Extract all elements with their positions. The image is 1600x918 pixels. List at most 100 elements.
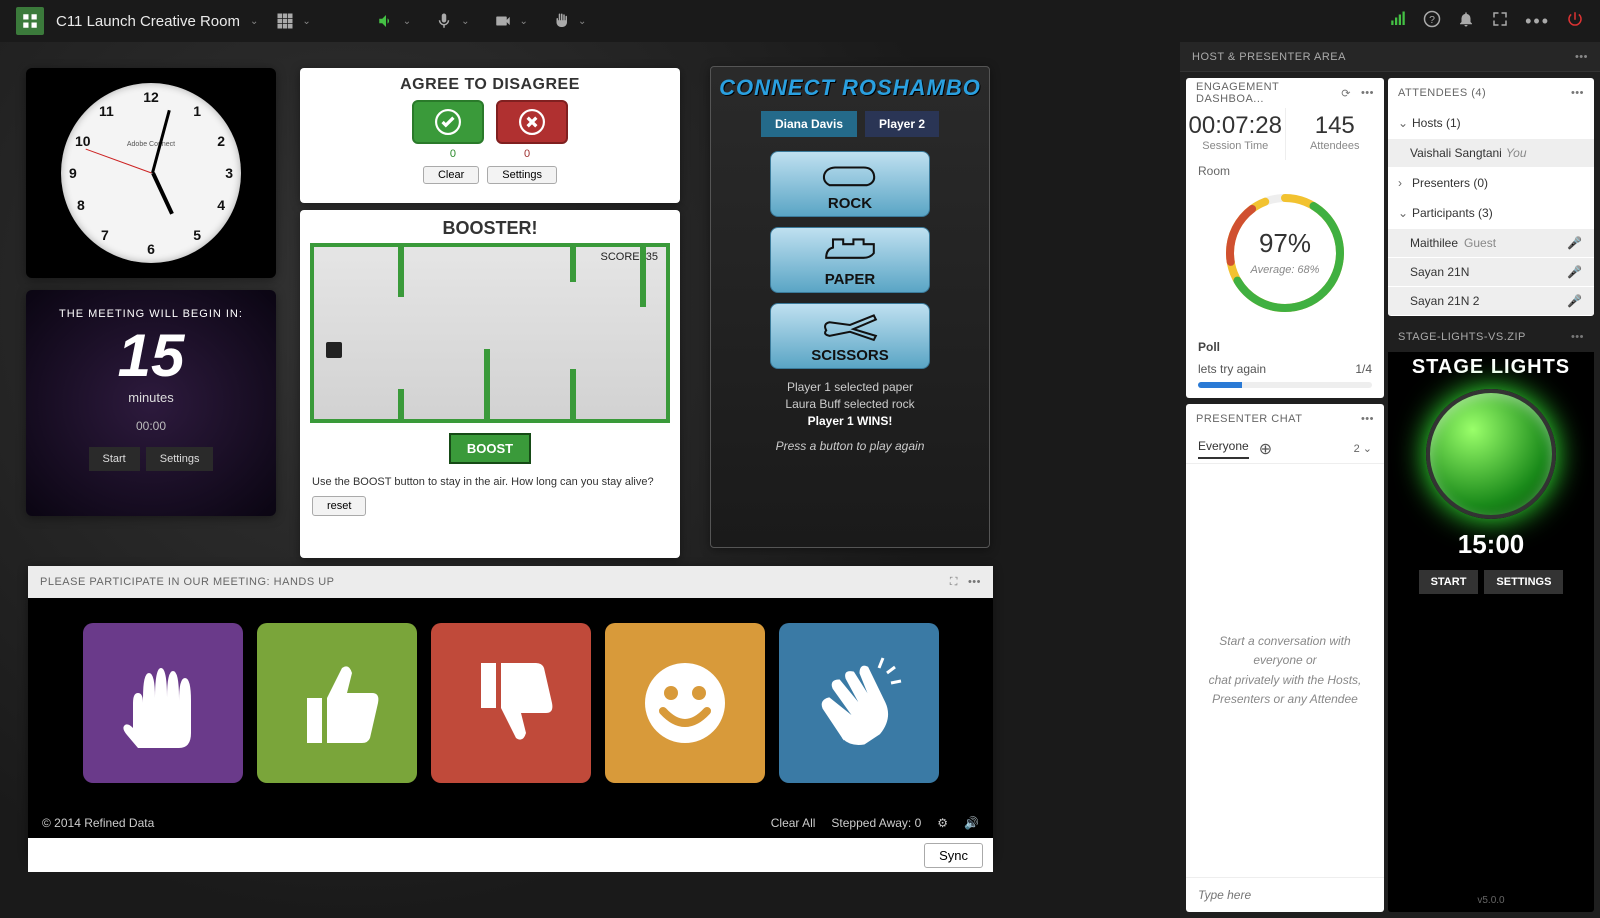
thumbs-up-card[interactable] <box>257 623 417 783</box>
mic-icon: 🎤 <box>1567 265 1582 279</box>
agree-no-button[interactable] <box>496 100 568 144</box>
signal-icon[interactable] <box>1389 10 1407 33</box>
mic-icon: 🎤 <box>1567 236 1582 250</box>
applause-card[interactable] <box>779 623 939 783</box>
presenters-group-toggle[interactable]: › Presenters (0) <box>1388 168 1594 198</box>
stage-start-button[interactable]: START <box>1419 570 1479 594</box>
agree-yes-count: 0 <box>450 148 456 160</box>
room-name-dropdown[interactable]: C11 Launch Creative Room ⌄ <box>56 13 258 30</box>
refresh-icon[interactable]: ⟳ <box>1341 87 1351 100</box>
room-label: Room <box>1186 160 1384 182</box>
chevron-down-icon: ⌄ <box>250 16 258 27</box>
booster-arena[interactable]: SCORE: 35 <box>310 243 670 423</box>
rock-button[interactable]: ROCK <box>770 151 930 217</box>
gear-icon[interactable]: ⚙ <box>937 816 948 830</box>
chat-tab-everyone[interactable]: Everyone <box>1198 439 1249 459</box>
microphone-button[interactable]: ⌄ <box>429 8 475 34</box>
countdown-label: THE MEETING WILL BEGIN IN: <box>36 308 266 320</box>
session-time-value: 00:07:28 <box>1186 112 1285 140</box>
fullscreen-icon[interactable] <box>1491 10 1509 33</box>
participants-group-toggle[interactable]: ⌄ Participants (3) <box>1388 198 1594 228</box>
paper-icon <box>815 234 885 268</box>
second-hand <box>86 149 152 174</box>
help-icon[interactable]: ? <box>1423 10 1441 33</box>
player2-button[interactable]: Player 2 <box>865 111 939 137</box>
stage-light-indicator <box>1426 389 1556 519</box>
booster-instructions: Use the BOOST button to stay in the air.… <box>312 476 668 488</box>
stepped-away-label: Stepped Away: 0 <box>831 816 921 830</box>
paper-button[interactable]: PAPER <box>770 227 930 293</box>
more-icon[interactable]: ••• <box>1525 11 1550 32</box>
check-icon <box>435 109 461 135</box>
attendees-pod: ATTENDEES (4) ••• ⌄ Hosts (1) Vaishali S… <box>1388 78 1594 316</box>
smiley-card[interactable] <box>605 623 765 783</box>
attendee-count-value: 145 <box>1286 112 1385 140</box>
countdown-settings-button[interactable]: Settings <box>146 447 214 471</box>
stage-lights-title: STAGE-LIGHTS-VS.ZIP <box>1398 331 1526 343</box>
pod-menu-icon[interactable]: ••• <box>1571 331 1584 343</box>
speaker-button[interactable]: ⌄ <box>371 8 417 34</box>
engagement-pct: 97% <box>1220 228 1350 259</box>
volume-icon[interactable]: 🔊 <box>964 816 979 830</box>
pod-menu-icon[interactable]: ••• <box>1571 87 1584 99</box>
raise-hand-button[interactable]: ⌄ <box>546 8 592 34</box>
pod-menu-icon[interactable]: ••• <box>968 576 981 588</box>
sync-button[interactable]: Sync <box>924 843 983 868</box>
stage-version: v5.0.0 <box>1388 895 1594 912</box>
topbar: C11 Launch Creative Room ⌄ ⌄ ⌄ ⌄ ⌄ ⌄ ? •… <box>0 0 1600 42</box>
hosts-group-toggle[interactable]: ⌄ Hosts (1) <box>1388 108 1594 138</box>
bell-icon[interactable] <box>1457 10 1475 33</box>
boost-button[interactable]: BOOST <box>449 433 531 464</box>
pod-menu-icon[interactable]: ••• <box>1361 87 1374 99</box>
add-chat-tab-icon[interactable]: ⊕ <box>1259 439 1272 459</box>
attendee-row[interactable]: Maithilee Guest 🎤 <box>1388 229 1594 257</box>
booster-reset-button[interactable]: reset <box>312 496 366 516</box>
attendees-title: ATTENDEES (4) <box>1398 87 1486 99</box>
room-name-text: C11 Launch Creative Room <box>56 13 240 30</box>
clear-all-link[interactable]: Clear All <box>771 816 816 830</box>
attendee-count-label: Attendees <box>1286 140 1385 152</box>
camera-button[interactable]: ⌄ <box>488 8 534 34</box>
booster-score: SCORE: 35 <box>601 251 658 263</box>
workspace: 12 1 2 3 4 5 6 7 8 9 10 11 Adobe Connect… <box>0 42 1180 918</box>
clock-pod: 12 1 2 3 4 5 6 7 8 9 10 11 Adobe Connect <box>26 68 276 278</box>
countdown-value: 15 <box>36 326 266 386</box>
hour-hand <box>151 172 174 214</box>
roshambo-prompt: Press a button to play again <box>719 439 981 453</box>
poll-label: Poll <box>1198 340 1372 354</box>
smiley-icon <box>635 653 735 753</box>
app-logo[interactable] <box>16 7 44 35</box>
hands-copyright: © 2014 Refined Data <box>42 816 154 830</box>
attendee-row[interactable]: Sayan 21N 🎤 <box>1388 258 1594 286</box>
layouts-button[interactable]: ⌄ <box>270 8 316 34</box>
agree-title: AGREE TO DISAGREE <box>300 68 680 100</box>
roshambo-pod: CONNECT ROSHAMBO Diana Davis Player 2 RO… <box>710 66 990 548</box>
agree-settings-button[interactable]: Settings <box>487 166 557 184</box>
x-icon <box>519 109 545 135</box>
agree-pod: AGREE TO DISAGREE 0 0 Clear Settings <box>300 68 680 203</box>
attendee-row[interactable]: Vaishali Sangtani You <box>1388 139 1594 167</box>
stage-settings-button[interactable]: SETTINGS <box>1484 570 1563 594</box>
agree-clear-button[interactable]: Clear <box>423 166 479 184</box>
countdown-pod: THE MEETING WILL BEGIN IN: 15 minutes 00… <box>26 290 276 516</box>
countdown-start-button[interactable]: Start <box>89 447 140 471</box>
power-icon[interactable] <box>1566 10 1584 33</box>
chevron-down-icon: ⌄ <box>1398 116 1412 130</box>
raise-hand-card[interactable] <box>83 623 243 783</box>
player1-button[interactable]: Diana Davis <box>761 111 857 137</box>
agree-yes-button[interactable] <box>412 100 484 144</box>
clap-icon <box>809 653 909 753</box>
attendee-row[interactable]: Sayan 21N 2 🎤 <box>1388 287 1594 315</box>
chevron-down-icon: ⌄ <box>1398 206 1412 220</box>
stage-lights-pod: STAGE-LIGHTS-VS.ZIP ••• STAGE LIGHTS 15:… <box>1388 322 1594 912</box>
thumbs-down-card[interactable] <box>431 623 591 783</box>
fullscreen-icon[interactable]: ⛶ <box>950 576 958 589</box>
countdown-timer: 00:00 <box>36 419 266 433</box>
chat-input[interactable] <box>1198 888 1372 902</box>
scissors-button[interactable]: SCISSORS <box>770 303 930 369</box>
hands-title: PLEASE PARTICIPATE IN OUR MEETING: HANDS… <box>40 576 335 588</box>
pod-menu-icon[interactable]: ••• <box>1361 413 1374 425</box>
chat-count[interactable]: 2 ⌄ <box>1354 442 1372 455</box>
host-area-menu-icon[interactable]: ••• <box>1575 51 1588 63</box>
rock-icon <box>815 158 885 192</box>
